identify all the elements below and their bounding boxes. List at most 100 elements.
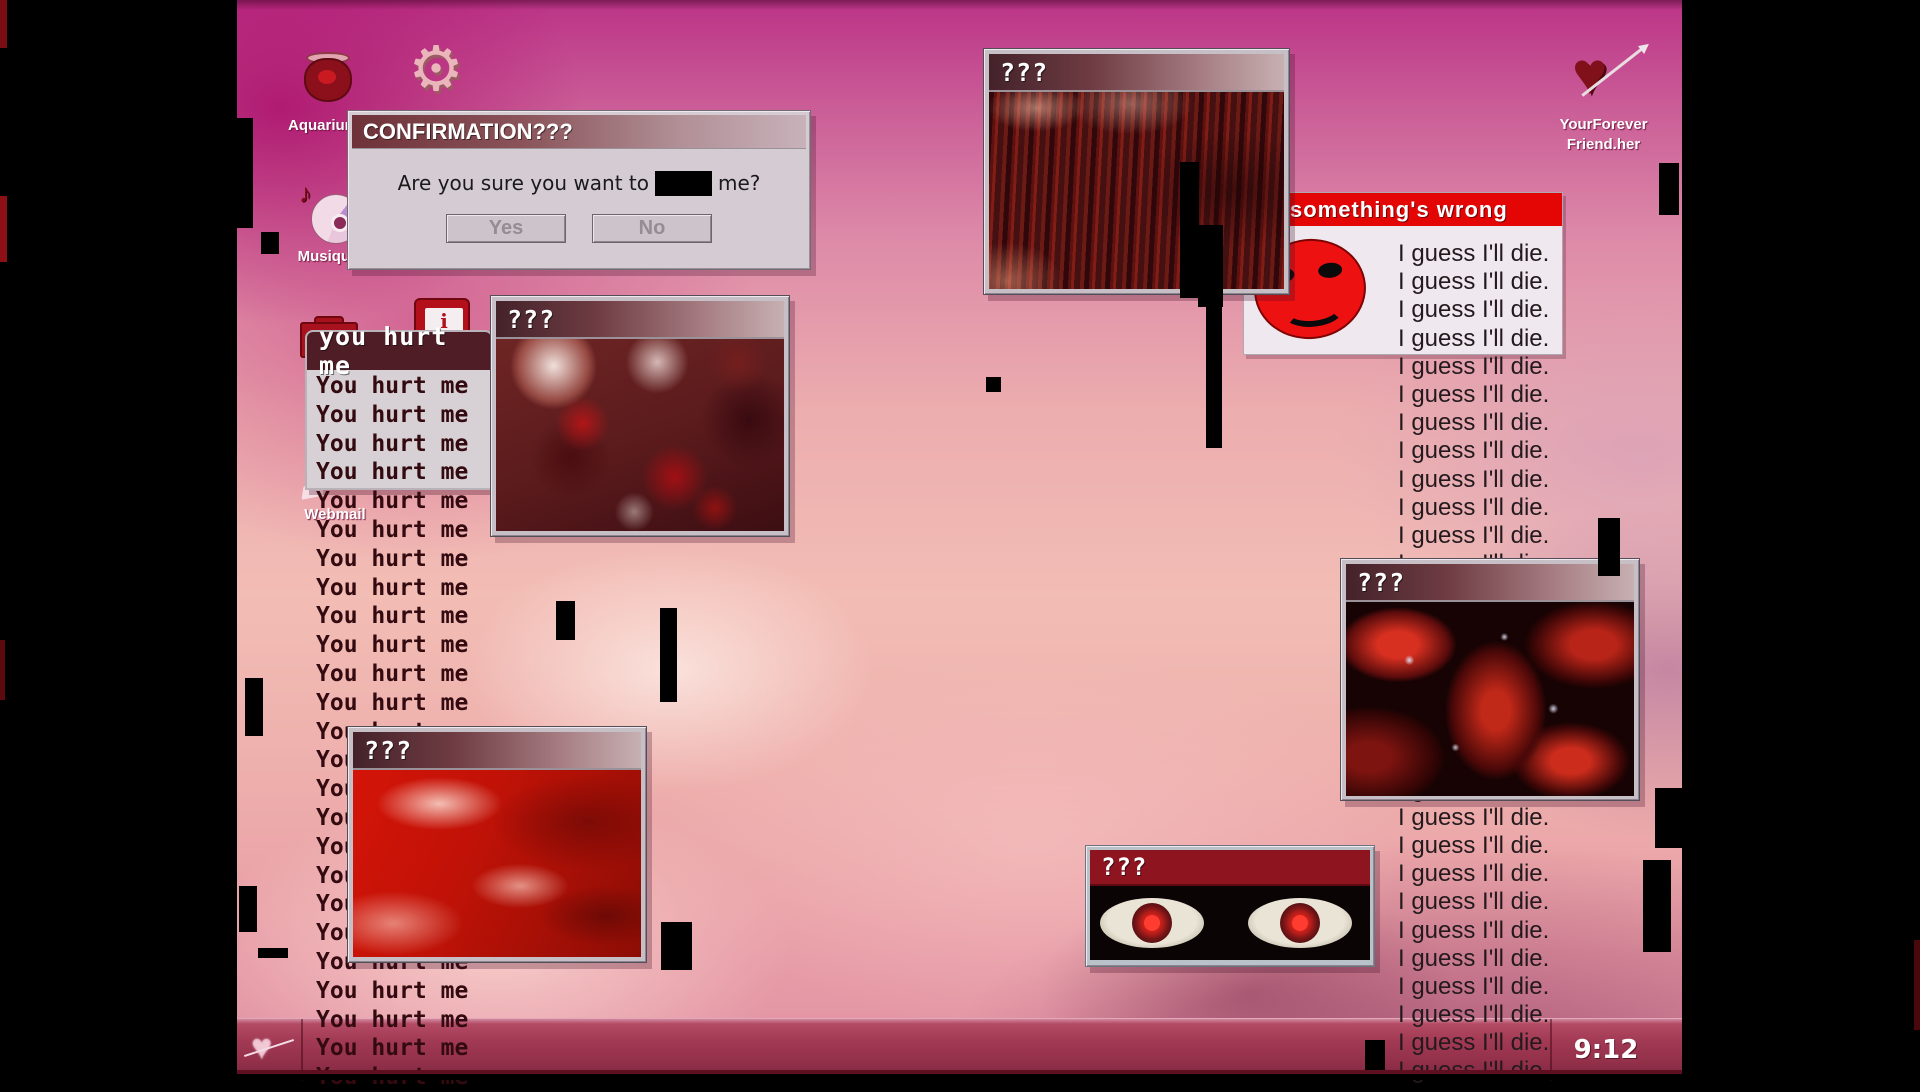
i-guess-ill-die-row: I guess I'll die. bbox=[1398, 860, 1549, 888]
eye-iris bbox=[1132, 903, 1172, 943]
mystery-window-top: ??? bbox=[983, 48, 1290, 295]
mystery-window-left: ??? bbox=[490, 295, 790, 537]
you-hurt-me-row: You hurt me bbox=[316, 372, 468, 401]
i-guess-ill-die-row: I guess I'll die. bbox=[1398, 466, 1549, 494]
glitch-rect bbox=[661, 922, 692, 970]
you-hurt-me-row: You hurt me bbox=[316, 458, 468, 487]
i-guess-ill-die-row: I guess I'll die. bbox=[1398, 522, 1549, 550]
right-eye bbox=[1248, 898, 1352, 948]
glitch-rect bbox=[245, 678, 263, 736]
glitch-rect bbox=[258, 948, 288, 958]
you-hurt-me-row: You hurt me bbox=[316, 602, 468, 631]
left-eye bbox=[1100, 898, 1204, 948]
mystery-window-titlebar[interactable]: ??? bbox=[1346, 564, 1634, 602]
yes-button[interactable]: Yes bbox=[446, 214, 566, 243]
forever-friend-heart-icon[interactable]: ♥ bbox=[1568, 40, 1638, 112]
i-guess-ill-die-row: I guess I'll die. bbox=[1398, 917, 1549, 945]
friend-label-line2: Friend.her bbox=[1556, 136, 1651, 153]
mystery-window-right: ??? bbox=[1340, 558, 1640, 801]
glitch-red-streak bbox=[0, 196, 7, 262]
you-hurt-me-row: You hurt me bbox=[316, 689, 468, 718]
i-guess-ill-die-row: I guess I'll die. bbox=[1398, 1029, 1549, 1057]
you-hurt-me-titlebar[interactable]: you hurt me bbox=[307, 332, 491, 370]
glitch-red-streak bbox=[1914, 940, 1920, 1030]
i-guess-ill-die-row: I guess I'll die. bbox=[1398, 832, 1549, 860]
i-guess-ill-die-row: I guess I'll die. bbox=[1398, 325, 1549, 353]
you-hurt-me-row: You hurt me bbox=[316, 574, 468, 603]
i-guess-ill-die-row: I guess I'll die. bbox=[1398, 973, 1549, 1001]
confirmation-message: Are you sure you want to me? bbox=[352, 171, 806, 196]
mystery-eyes-window: ??? bbox=[1085, 845, 1375, 967]
glitch-rect bbox=[1206, 305, 1222, 448]
glitch-rect bbox=[1659, 163, 1679, 215]
gore-texture-image bbox=[496, 339, 784, 531]
i-guess-ill-die-row: I guess I'll die. bbox=[1398, 296, 1549, 324]
you-hurt-me-row: You hurt me bbox=[316, 660, 468, 689]
i-guess-ill-die-row: I guess I'll die. bbox=[1398, 1001, 1549, 1029]
you-hurt-me-row: You hurt me bbox=[316, 1034, 468, 1063]
glitch-rect bbox=[1180, 162, 1199, 298]
settings-gear-icon[interactable]: ⚙ bbox=[404, 38, 468, 108]
letterbox-right bbox=[1682, 0, 1920, 1080]
i-guess-ill-die-row: I guess I'll die. bbox=[1398, 409, 1549, 437]
glitch-rect bbox=[1643, 860, 1671, 952]
glitch-rect bbox=[986, 377, 1001, 392]
fish-blob bbox=[318, 70, 336, 84]
friend-label-line1: YourForever bbox=[1556, 116, 1651, 133]
message-prefix: Are you sure you want to bbox=[398, 171, 649, 195]
eye-pupil bbox=[1144, 915, 1160, 931]
mystery-window-titlebar[interactable]: ??? bbox=[353, 732, 641, 770]
you-hurt-me-row: You hurt me bbox=[316, 430, 468, 459]
redacted-word bbox=[655, 171, 712, 196]
gore-texture-image bbox=[353, 770, 641, 957]
glitch-rect bbox=[660, 608, 677, 702]
confirmation-titlebar[interactable]: CONFIRMATION??? bbox=[352, 115, 806, 149]
glitch-red-streak bbox=[0, 640, 5, 700]
letterbox-bottom bbox=[0, 1074, 1920, 1080]
glitch-rect bbox=[556, 601, 575, 640]
i-guess-ill-die-row: I guess I'll die. bbox=[1398, 494, 1549, 522]
glitch-rect bbox=[261, 232, 279, 254]
mystery-window-titlebar[interactable]: ??? bbox=[1090, 850, 1370, 886]
somethings-wrong-titlebar[interactable]: something's wrong bbox=[1244, 193, 1562, 226]
i-guess-ill-die-row: I guess I'll die. bbox=[1398, 437, 1549, 465]
glitch-rect bbox=[1198, 225, 1223, 307]
eyes-image bbox=[1090, 886, 1370, 960]
glitch-rect bbox=[239, 886, 257, 932]
eye-pupil bbox=[1292, 915, 1308, 931]
you-hurt-me-row: You hurt me bbox=[316, 401, 468, 430]
glitch-rect bbox=[1655, 788, 1683, 848]
letterbox-left bbox=[0, 0, 237, 1080]
i-guess-ill-die-row: I guess I'll die. bbox=[1398, 268, 1549, 296]
mystery-window-titlebar[interactable]: ??? bbox=[989, 54, 1284, 92]
no-button[interactable]: No bbox=[592, 214, 712, 243]
i-guess-ill-die-row: I guess I'll die. bbox=[1398, 888, 1549, 916]
heart-icon: ♥ bbox=[1572, 44, 1608, 104]
i-guess-ill-die-row: I guess I'll die. bbox=[1398, 381, 1549, 409]
glitch-red-streak bbox=[0, 0, 7, 48]
gore-texture-image bbox=[1346, 602, 1634, 796]
you-hurt-me-row: You hurt me bbox=[316, 516, 468, 545]
you-hurt-me-row: You hurt me bbox=[316, 487, 468, 516]
taskbar-clock: 9:12 bbox=[1574, 1035, 1639, 1065]
i-guess-ill-die-row: I guess I'll die. bbox=[1398, 240, 1549, 268]
gore-texture-image bbox=[989, 92, 1284, 289]
confirmation-dialog: CONFIRMATION??? Are you sure you want to… bbox=[347, 110, 811, 270]
message-suffix: me? bbox=[718, 171, 760, 195]
i-guess-ill-die-row: I guess I'll die. bbox=[1398, 945, 1549, 973]
glitch-rect bbox=[237, 118, 253, 228]
sad-face-eye bbox=[1317, 262, 1342, 279]
you-hurt-me-row: You hurt me bbox=[316, 631, 468, 660]
you-hurt-me-row: You hurt me bbox=[316, 977, 468, 1006]
glitch-rect bbox=[1598, 518, 1620, 576]
i-guess-ill-die-row: I guess I'll die. bbox=[1398, 804, 1549, 832]
aquarium-icon[interactable] bbox=[298, 50, 358, 106]
you-hurt-me-row: You hurt me bbox=[316, 545, 468, 574]
sad-face-frown bbox=[1281, 290, 1346, 330]
you-hurt-me-row: You hurt me bbox=[316, 1006, 468, 1035]
music-note-icon: ♪ bbox=[299, 178, 312, 209]
mystery-window-titlebar[interactable]: ??? bbox=[496, 301, 784, 339]
game-screen: Aquarium ⚙ ♪ Musique i Webmail ♥ YourFor… bbox=[0, 0, 1920, 1080]
eye-iris bbox=[1280, 903, 1320, 943]
i-guess-ill-die-row: I guess I'll die. bbox=[1398, 353, 1549, 381]
